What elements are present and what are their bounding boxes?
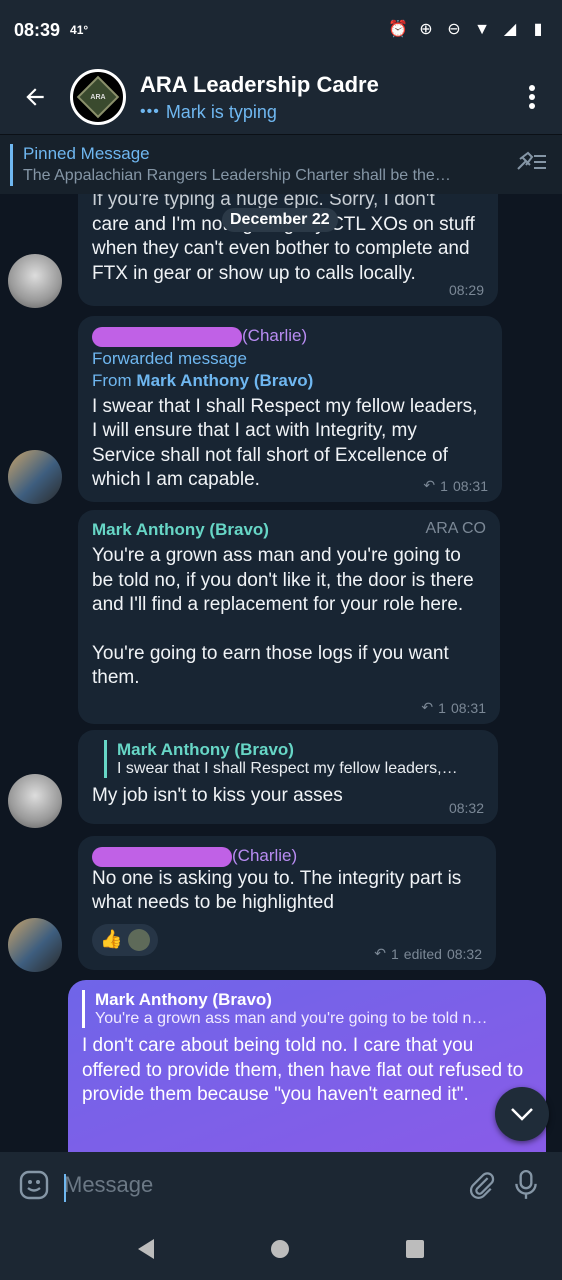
group-avatar[interactable]: ARA	[70, 69, 126, 125]
forwarded-label: Forwarded message	[92, 348, 247, 368]
alarm-icon: ⏰	[388, 21, 408, 38]
forwarded-from-name: Mark Anthony (Bravo)	[136, 370, 314, 390]
pinned-list-button[interactable]	[516, 151, 548, 178]
message-time: 08:29	[448, 282, 484, 298]
voice-record-button[interactable]	[504, 1163, 548, 1207]
quote-sender: Mark Anthony (Bravo)	[117, 740, 294, 759]
status-temperature: 41°	[70, 23, 89, 37]
reply-icon: ↶	[374, 945, 386, 961]
scroll-down-button[interactable]	[495, 1087, 549, 1141]
nav-recents-icon[interactable]	[405, 1240, 424, 1258]
more-menu-button[interactable]	[502, 60, 562, 134]
message-time: 08:32	[448, 800, 484, 816]
battery-icon: ▮	[533, 21, 543, 38]
quote-sender: Mark Anthony (Bravo)	[95, 990, 272, 1009]
message-bubble[interactable]: (Charlie) Forwarded message From Mark An…	[78, 316, 502, 502]
pinned-title: Pinned Message	[23, 144, 150, 163]
message-text: I don't care about being told no. I care…	[82, 1035, 524, 1105]
message-input-bar	[0, 1152, 562, 1218]
message-meta: 08:29	[449, 282, 484, 298]
do-not-disturb-icon: ⊖	[447, 21, 461, 38]
message-text: You're going to earn those logs if you w…	[92, 642, 449, 689]
reply-icon: ↶	[423, 477, 436, 493]
reply-quote[interactable]: Mark Anthony (Bravo) You're a grown ass …	[82, 990, 532, 1028]
reply-quote[interactable]: Mark Anthony (Bravo) I swear that I shal…	[104, 740, 484, 778]
microphone-icon	[515, 1169, 537, 1199]
reactor-avatar	[128, 928, 151, 951]
quote-text: You're a grown ass man and you're going …	[95, 1010, 488, 1027]
attach-button[interactable]	[460, 1163, 504, 1207]
chevron-down-icon	[511, 1108, 533, 1121]
outgoing-message-bubble[interactable]: Mark Anthony (Bravo) You're a grown ass …	[68, 980, 546, 1152]
system-nav-bar	[0, 1218, 562, 1280]
pinned-indicator	[10, 143, 13, 186]
quote-text: I swear that I shall Respect my fellow l…	[117, 760, 458, 777]
typing-dots-icon: •••	[140, 103, 160, 120]
emoji-button[interactable]	[14, 1165, 54, 1205]
typing-text: Mark is typing	[165, 101, 277, 122]
chat-header: ARA ARA Leadership Cadre ••• Mark is typ…	[0, 60, 562, 134]
status-time: 08:39	[14, 19, 61, 40]
back-button[interactable]	[0, 60, 70, 134]
nav-home-icon[interactable]	[270, 1240, 289, 1258]
chat-area[interactable]: December 22 If you're typing a huge epic…	[0, 194, 562, 1152]
wifi-icon: ▼	[474, 21, 490, 38]
message-text: No one is asking you to. The integrity p…	[92, 867, 462, 914]
paperclip-icon	[469, 1172, 495, 1199]
avatar[interactable]	[8, 254, 62, 308]
message-text: You're a grown ass man and you're going …	[92, 545, 474, 615]
message-bubble[interactable]: Mark Anthony (Bravo) ARA CO You're a gro…	[78, 510, 500, 724]
forwarded-from[interactable]: From Mark Anthony (Bravo)	[92, 371, 488, 391]
message-bubble[interactable]: (Charlie) No one is asking you to. The i…	[78, 836, 496, 970]
avatar[interactable]	[8, 450, 62, 504]
edited-label: edited	[403, 945, 442, 962]
reply-count: 1	[438, 699, 446, 716]
sender-name: (Charlie)	[232, 846, 298, 865]
pinned-body: The Appalachian Rangers Leadership Chart…	[23, 167, 451, 184]
message-time: 08:31	[452, 477, 488, 494]
sticker-icon	[19, 1170, 49, 1200]
forwarded-from-prefix: From	[92, 370, 132, 390]
data-saver-icon: ⊕	[419, 21, 433, 38]
chat-title: ARA Leadership Cadre	[140, 71, 379, 97]
reaction-chip[interactable]: 👍	[92, 923, 159, 956]
more-vertical-icon	[529, 85, 535, 109]
reply-count: 1	[391, 945, 399, 962]
avatar-logo-text: ARA	[90, 93, 106, 101]
message-bubble[interactable]: Mark Anthony (Bravo) I swear that I shal…	[78, 730, 498, 824]
sender-role: ARA CO	[425, 520, 486, 537]
pinned-text: Pinned Message The Appalachian Rangers L…	[23, 144, 498, 185]
message-meta: ↶ 1 08:31	[421, 699, 486, 716]
arrow-left-icon	[26, 88, 44, 106]
status-bar: 08:39 41° ⏰ ⊕ ⊖ ▼ ◢ ▮	[0, 0, 562, 60]
reply-count: 1	[440, 477, 448, 494]
message-meta: ↶ 1 08:31	[423, 477, 488, 494]
message-time: 08:32	[446, 945, 482, 962]
sender-name: (Charlie)	[242, 326, 308, 345]
message-meta: ↶ 1 edited 08:32	[374, 945, 482, 962]
thumbs-up-icon: 👍	[100, 929, 123, 950]
pinned-message-bar[interactable]: Pinned Message The Appalachian Rangers L…	[0, 134, 562, 194]
pin-list-icon	[517, 151, 546, 170]
typing-indicator: ••• Mark is typing	[140, 102, 379, 123]
header-text[interactable]: ARA Leadership Cadre ••• Mark is typing	[140, 72, 379, 123]
message-text: My job isn't to kiss your asses	[92, 785, 343, 806]
status-icons: ⏰ ⊕ ⊖ ▼ ◢ ▮	[388, 20, 548, 40]
signal-icon: ◢	[503, 21, 517, 38]
avatar[interactable]	[8, 774, 62, 828]
nav-back-icon[interactable]	[138, 1239, 155, 1259]
message-meta: 08:32	[449, 800, 484, 816]
reply-icon: ↶	[421, 699, 434, 715]
message-input[interactable]	[64, 1165, 460, 1205]
redacted-name	[92, 326, 242, 347]
redacted-name	[92, 846, 232, 867]
avatar[interactable]	[8, 918, 62, 972]
text-cursor	[64, 1174, 66, 1202]
message-time: 08:31	[450, 699, 486, 716]
date-chip: December 22	[222, 208, 338, 232]
